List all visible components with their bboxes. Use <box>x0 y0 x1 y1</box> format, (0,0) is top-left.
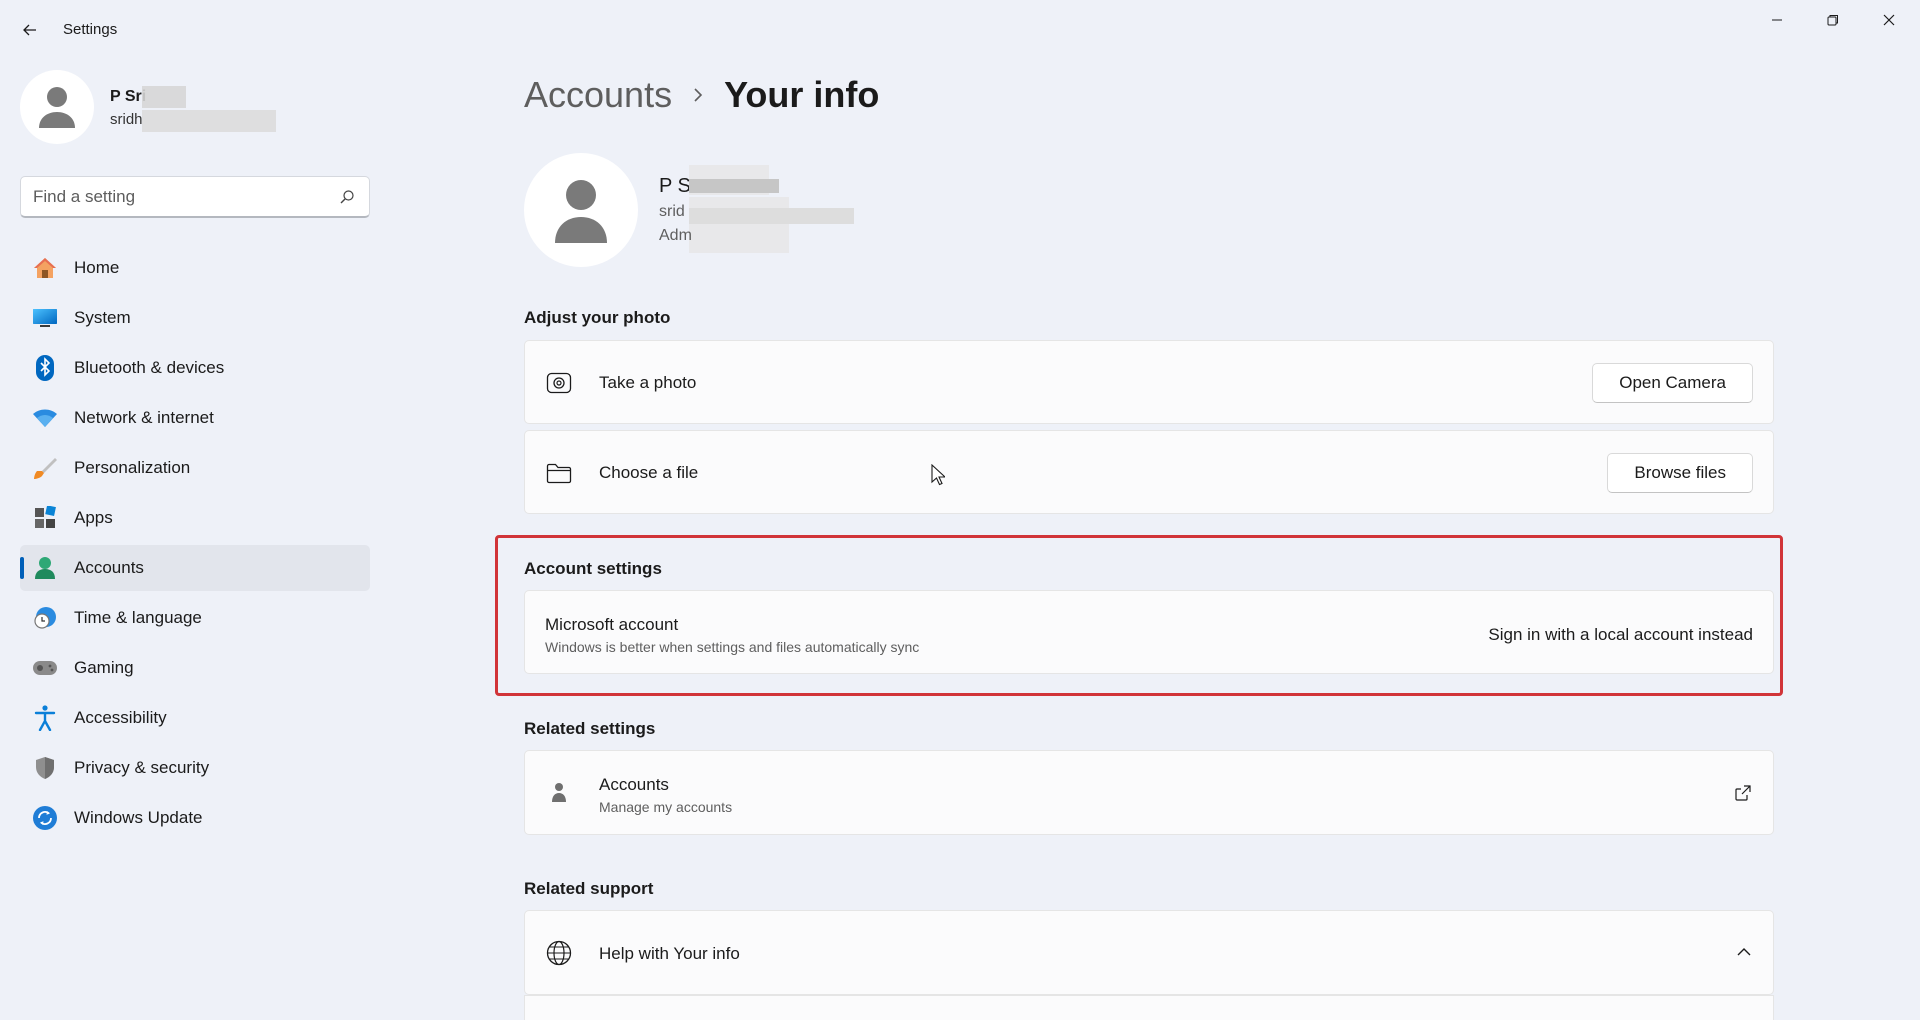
section-title-related-support: Related support <box>524 879 654 898</box>
user-name: P S <box>659 175 691 197</box>
sidebar-item-accounts[interactable]: Accounts <box>20 545 370 591</box>
microsoft-account-row: Microsoft account Windows is better when… <box>524 590 1774 674</box>
external-link-icon <box>1735 785 1751 801</box>
search-input[interactable] <box>33 177 323 217</box>
brush-icon <box>32 455 58 481</box>
sidebar-item-network[interactable]: Network & internet <box>20 395 370 441</box>
sidebar-item-home[interactable]: Home <box>20 245 370 291</box>
take-photo-label: Take a photo <box>599 373 697 392</box>
sidebar-item-windows-update[interactable]: Windows Update <box>20 795 370 841</box>
user-header: P S srid Adm <box>524 153 1124 269</box>
chevron-right-icon <box>692 87 704 103</box>
accounts-icon <box>32 555 58 581</box>
breadcrumb-parent[interactable]: Accounts <box>524 74 672 116</box>
title-bar: Settings <box>0 0 1920 60</box>
choose-file-row: Choose a file Browse files <box>524 430 1774 514</box>
open-camera-button[interactable]: Open Camera <box>1592 363 1753 403</box>
redaction-blur <box>689 208 854 224</box>
breadcrumb: Accounts Your info <box>524 70 879 120</box>
take-photo-row: Take a photo Open Camera <box>524 340 1774 424</box>
help-your-info-label: Help with Your info <box>599 944 740 963</box>
help-expanded-panel <box>524 995 1774 1020</box>
sidebar-nav: Home System Bluetooth & devices Network … <box>20 245 370 845</box>
redaction-blur <box>689 179 779 193</box>
sign-in-local-account-link[interactable]: Sign in with a local account instead <box>1488 625 1753 645</box>
search-box[interactable] <box>20 176 370 218</box>
close-button[interactable] <box>1866 8 1912 32</box>
apps-icon <box>32 505 58 531</box>
avatar <box>20 70 94 144</box>
choose-file-label: Choose a file <box>599 463 699 482</box>
user-email: srid <box>659 203 685 220</box>
search-icon[interactable] <box>339 189 355 205</box>
sidebar-item-personalization[interactable]: Personalization <box>20 445 370 491</box>
person-icon <box>39 87 75 128</box>
person-icon <box>555 180 607 243</box>
section-title-account-settings: Account settings <box>524 559 662 578</box>
person-icon <box>545 779 573 807</box>
user-avatar <box>524 153 638 267</box>
app-title: Settings <box>63 21 118 38</box>
wifi-icon <box>32 405 58 431</box>
microsoft-account-subtitle: Windows is better when settings and file… <box>545 639 920 655</box>
section-title-related-settings: Related settings <box>524 719 656 738</box>
bluetooth-icon <box>32 355 58 381</box>
gamepad-icon <box>32 655 58 681</box>
close-icon <box>1883 14 1895 26</box>
page-title: Your info <box>724 74 880 115</box>
sidebar-item-bluetooth[interactable]: Bluetooth & devices <box>20 345 370 391</box>
minimize-icon <box>1772 19 1782 21</box>
related-accounts-subtitle: Manage my accounts <box>599 799 733 815</box>
chevron-up-icon[interactable] <box>1737 947 1751 957</box>
sidebar-item-privacy[interactable]: Privacy & security <box>20 745 370 791</box>
redaction-blur <box>142 86 186 108</box>
help-your-info-row[interactable]: Help with Your info <box>524 910 1774 995</box>
microsoft-account-title: Microsoft account <box>545 615 679 634</box>
restore-button[interactable] <box>1810 8 1856 32</box>
sidebar-item-time-language[interactable]: Time & language <box>20 595 370 641</box>
related-accounts-row[interactable]: Accounts Manage my accounts <box>524 750 1774 835</box>
system-icon <box>32 305 58 331</box>
minimize-button[interactable] <box>1754 8 1800 32</box>
camera-icon <box>545 369 573 397</box>
shield-icon <box>32 755 58 781</box>
globe-icon <box>545 939 573 967</box>
sidebar-item-accessibility[interactable]: Accessibility <box>20 695 370 741</box>
redaction-blur <box>142 110 276 132</box>
restore-icon <box>1827 15 1838 26</box>
accessibility-icon <box>32 705 58 731</box>
sidebar-item-system[interactable]: System <box>20 295 370 341</box>
related-accounts-title: Accounts <box>599 775 669 794</box>
user-role: Adm <box>659 227 692 244</box>
home-icon <box>32 255 58 281</box>
redaction-blur <box>689 197 789 253</box>
folder-icon <box>545 459 573 487</box>
section-title-adjust-photo: Adjust your photo <box>524 308 671 327</box>
update-icon <box>32 805 58 831</box>
sidebar-profile[interactable]: P Sri sridh <box>20 70 360 146</box>
clock-globe-icon <box>32 605 58 631</box>
sidebar-item-apps[interactable]: Apps <box>20 495 370 541</box>
mouse-cursor-icon <box>931 464 945 486</box>
profile-name: P Sri <box>110 88 147 105</box>
profile-email: sridh <box>110 111 143 128</box>
browse-files-button[interactable]: Browse files <box>1607 453 1753 493</box>
sidebar-item-gaming[interactable]: Gaming <box>20 645 370 691</box>
back-button[interactable] <box>18 18 42 42</box>
back-arrow-icon <box>23 24 36 36</box>
